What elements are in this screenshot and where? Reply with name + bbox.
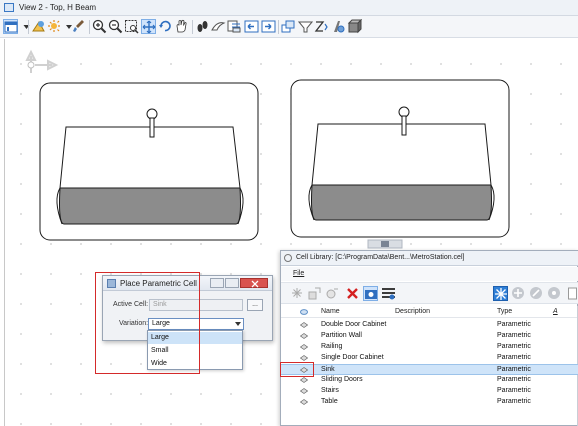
sink-cell-1 (39, 82, 259, 241)
table-row[interactable]: Sliding Doors Parametric (281, 375, 578, 386)
parametric-cell-row-icon (300, 333, 308, 339)
view-title: View 2 - Top, H Beam (19, 3, 97, 12)
clip-mask-icon[interactable] (298, 19, 313, 34)
clip-volume-icon[interactable] (281, 19, 296, 34)
table-row[interactable]: Double Door Cabinet Parametric (281, 320, 578, 331)
table-row[interactable]: Table Parametric (281, 397, 578, 408)
cell-library-title: Cell Library: [C:\ProgramData\Bent...\Me… (296, 254, 465, 261)
cell-library-dialog: Cell Library: [C:\ProgramData\Bent...\Me… (280, 250, 578, 426)
view-copy-icon[interactable] (261, 19, 276, 34)
placement-mode-icon[interactable] (493, 286, 508, 301)
add-point-icon[interactable] (511, 286, 526, 301)
table-row-selected[interactable]: Sink Parametric (281, 364, 578, 375)
standard-view-icon[interactable] (314, 19, 329, 34)
chevron-down-icon[interactable] (235, 322, 241, 326)
column-header-name[interactable]: Name (321, 308, 340, 315)
menu-file[interactable]: File (293, 270, 304, 277)
parametric-cell-row-icon (300, 344, 308, 350)
zoom-out-icon[interactable] (108, 19, 123, 34)
highlight-box-dialog (95, 272, 200, 374)
preview-toggle-icon[interactable] (565, 286, 577, 301)
view-window-icon (4, 3, 14, 12)
cell-library-title-bar[interactable]: Cell Library: [C:\ProgramData\Bent...\Me… (281, 251, 578, 266)
dropdown-arrow-icon[interactable] (19, 19, 30, 34)
terminator-icon[interactable] (529, 286, 544, 301)
brush-icon[interactable] (72, 19, 87, 34)
fit-view-icon[interactable] (141, 19, 156, 34)
fly-icon[interactable] (211, 19, 226, 34)
window-area-icon[interactable] (124, 19, 139, 34)
table-row[interactable]: Stairs Parametric (281, 386, 578, 397)
cell-type-icon (300, 309, 308, 315)
application-window: { "window": { "title": "View 2 - Top, H … (0, 0, 578, 426)
sink-cell-2 (290, 79, 510, 238)
cell-library-menu-bar: File (281, 267, 578, 281)
view-triad-icon (25, 49, 59, 73)
minimize-button[interactable] (210, 278, 224, 288)
lighting-icon[interactable] (47, 19, 62, 34)
edit-cell-icon[interactable] (325, 286, 340, 301)
parametric-cell-row-icon (300, 355, 308, 361)
view-previous-icon[interactable] (227, 19, 242, 34)
close-button[interactable] (240, 278, 268, 288)
parametric-cell-row-icon (300, 377, 308, 383)
view-attributes-icon[interactable] (3, 19, 18, 34)
font-icon[interactable]: A (553, 308, 558, 315)
render-icon[interactable] (347, 19, 362, 34)
settings-icon (284, 254, 292, 262)
close-icon (251, 280, 259, 288)
view-next-icon[interactable] (244, 19, 259, 34)
delete-cell-icon[interactable] (345, 286, 360, 301)
dropdown-arrow-icon[interactable] (62, 19, 72, 34)
view-toolbar (0, 16, 578, 38)
place-active-cell-icon[interactable] (363, 286, 378, 301)
column-header-description[interactable]: Description (395, 308, 430, 315)
zoom-in-icon[interactable] (92, 19, 107, 34)
create-shared-cell-icon[interactable] (307, 286, 322, 301)
parametric-cell-row-icon (300, 399, 308, 405)
highlight-box-sink-row (280, 362, 314, 377)
view-title-bar: View 2 - Top, H Beam (0, 0, 578, 16)
walk-icon[interactable] (195, 19, 210, 34)
parametric-cell-row-icon (300, 322, 308, 328)
table-row[interactable]: Single Door Cabinet Parametric (281, 353, 578, 364)
camera-icon[interactable] (331, 19, 346, 34)
point-cell-icon[interactable] (547, 286, 562, 301)
cell-list-header: Name Description Type A (281, 306, 578, 318)
column-header-type[interactable]: Type (497, 308, 512, 315)
display-style-icon[interactable] (31, 19, 46, 34)
table-row[interactable]: Railing Parametric (281, 342, 578, 353)
table-row[interactable]: Partition Wall Parametric (281, 331, 578, 342)
display-list-icon[interactable] (381, 286, 396, 301)
pan-view-icon[interactable] (174, 19, 189, 34)
parametric-cell-row-icon (300, 388, 308, 394)
rotate-view-icon[interactable] (158, 19, 173, 34)
create-cell-icon[interactable] (290, 286, 305, 301)
maximize-button[interactable] (225, 278, 239, 288)
browse-button[interactable]: ... (247, 299, 263, 311)
cell-library-toolbar (281, 282, 578, 304)
